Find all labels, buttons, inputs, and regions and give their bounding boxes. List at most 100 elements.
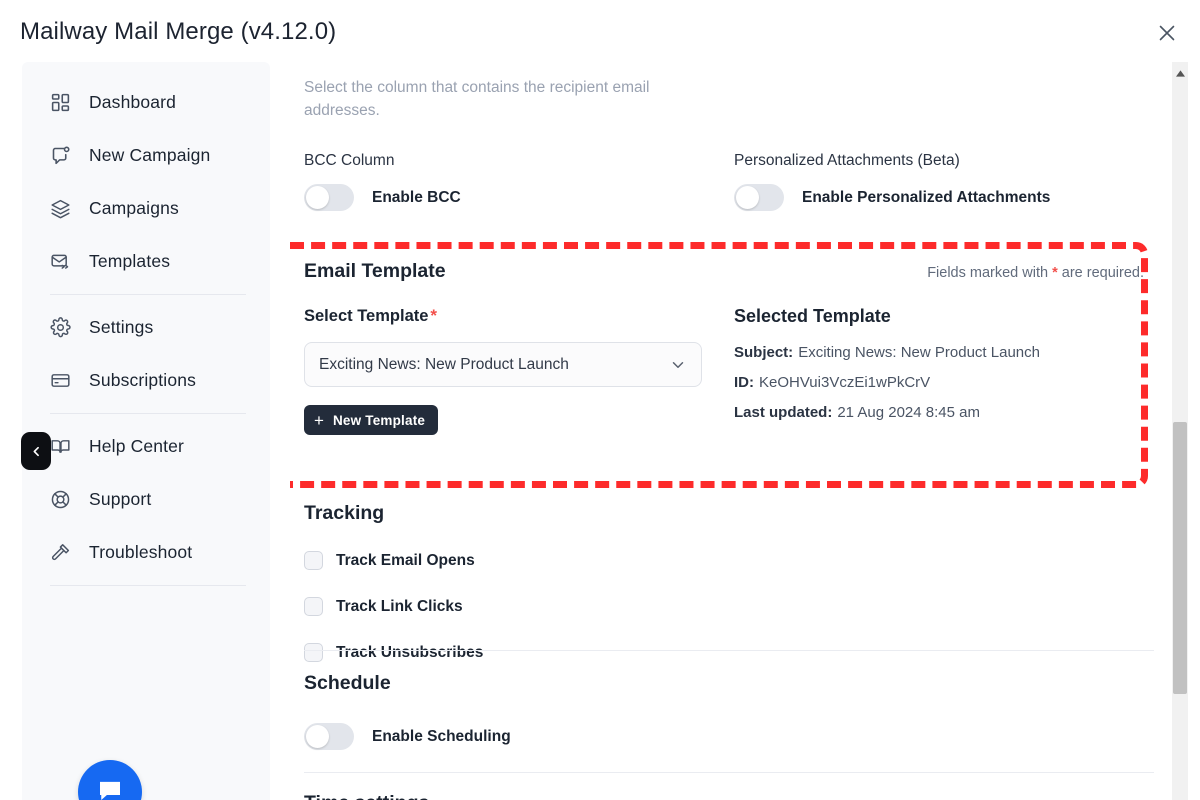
enable-personalized-attachments-toggle[interactable] [734, 184, 784, 211]
plus-icon: + [314, 410, 324, 430]
sidebar-item-label: Dashboard [89, 92, 176, 112]
card-icon [48, 369, 72, 393]
track-unsubscribes-item[interactable]: Track Unsubscribes [304, 643, 734, 662]
select-template-dropdown[interactable]: Exciting News: New Product Launch [304, 342, 702, 387]
sidebar-divider [50, 585, 246, 586]
section-divider [304, 650, 1154, 651]
hammer-icon [48, 541, 72, 565]
email-template-body: Select Template * Exciting News: New Prod… [304, 306, 1144, 435]
sidebar-item-label: Troubleshoot [89, 542, 193, 562]
lifebuoy-icon [48, 488, 72, 512]
sidebar-collapse-button[interactable] [21, 432, 51, 470]
sidebar-item-label: Campaigns [89, 198, 179, 218]
close-icon[interactable] [1154, 20, 1180, 46]
tracking-title: Tracking [304, 502, 385, 524]
app-window: Mailway Mail Merge (v4.12.0) Dashboard N… [0, 0, 1200, 800]
toggle-knob [306, 725, 329, 748]
enable-scheduling-label: Enable Scheduling [372, 727, 511, 745]
track-unsubscribes-checkbox[interactable] [304, 643, 323, 662]
sidebar-item-label: Settings [89, 317, 154, 337]
tracking-section: Tracking Track Email Opens Track Link Cl… [304, 502, 1154, 689]
recipient-helper-text: Select the column that contains the reci… [304, 79, 650, 119]
template-id-row: ID: KeOHVui3VczEi1wPkCrV [734, 374, 1144, 391]
sidebar-item-label: Help Center [89, 436, 185, 456]
new-campaign-icon [48, 144, 72, 168]
page-title: Mailway Mail Merge (v4.12.0) [20, 18, 337, 45]
main-content: Select the column that contains the reci… [290, 62, 1172, 800]
book-icon [48, 435, 72, 459]
caret-up-icon[interactable] [1172, 66, 1188, 80]
mail-code-icon [48, 250, 72, 274]
chat-bubble-icon [95, 775, 125, 800]
template-subject-key: Subject: [734, 344, 794, 361]
toggle-knob [736, 186, 759, 209]
sidebar-item-campaigns[interactable]: Campaigns [22, 182, 270, 235]
selected-template-details: Selected Template Subject: Exciting News:… [734, 306, 1144, 435]
track-email-opens-checkbox[interactable] [304, 551, 323, 570]
window-titlebar: Mailway Mail Merge (v4.12.0) [0, 0, 1200, 62]
schedule-section: Schedule Enable Scheduling [304, 672, 1154, 750]
selected-template-value: Exciting News: New Product Launch [319, 355, 569, 373]
chevron-down-icon [669, 356, 687, 374]
sidebar-item-subscriptions[interactable]: Subscriptions [22, 354, 270, 407]
track-unsubscribes-label: Track Unsubscribes [336, 643, 484, 661]
enable-personalized-attachments-label: Enable Personalized Attachments [802, 188, 1051, 206]
track-email-opens-item[interactable]: Track Email Opens [304, 551, 734, 570]
chat-widget-button[interactable] [78, 760, 142, 800]
sidebar-item-label: New Campaign [89, 145, 211, 165]
template-last-updated-value: 21 Aug 2024 8:45 am [837, 404, 980, 421]
select-template-label: Select Template * [304, 306, 734, 326]
track-link-clicks-label: Track Link Clicks [336, 597, 463, 615]
sidebar-item-templates[interactable]: Templates [22, 235, 270, 288]
sidebar-item-dashboard[interactable]: Dashboard [22, 76, 270, 129]
enable-bcc-row: Enable BCC [304, 184, 734, 211]
sidebar-item-help-center[interactable]: Help Center [22, 420, 270, 473]
main-scrollbar[interactable] [1172, 62, 1188, 800]
enable-attachments-row: Enable Personalized Attachments [734, 184, 1154, 211]
track-email-opens-label: Track Email Opens [336, 551, 475, 569]
sidebar-item-settings[interactable]: Settings [22, 301, 270, 354]
bcc-column-group: BCC Column Enable BCC [304, 152, 734, 211]
section-divider [304, 772, 1154, 773]
email-template-header: Email Template Fields marked with * are … [304, 260, 1144, 283]
bcc-attachments-row: BCC Column Enable BCC Personalized Attac… [304, 152, 1154, 211]
toggle-knob [306, 186, 329, 209]
template-subject-row: Subject: Exciting News: New Product Launc… [734, 344, 1144, 361]
template-id-key: ID: [734, 374, 754, 391]
track-link-clicks-checkbox[interactable] [304, 597, 323, 616]
personalized-attachments-group: Personalized Attachments (Beta) Enable P… [734, 152, 1154, 211]
select-required-asterisk: * [430, 306, 438, 325]
schedule-title: Schedule [304, 672, 391, 694]
sidebar-divider [50, 294, 246, 295]
sidebar-item-label: Support [89, 489, 152, 509]
enable-bcc-label: Enable BCC [372, 188, 461, 206]
tracking-checkbox-grid: Track Email Opens Track Link Clicks Trac… [304, 551, 1154, 689]
chevron-left-icon [30, 445, 43, 458]
email-template-section: Email Template Fields marked with * are … [304, 260, 1144, 435]
new-template-button-label: New Template [332, 412, 426, 428]
selected-template-title: Selected Template [734, 306, 891, 326]
email-template-title: Email Template [304, 260, 446, 282]
grid-icon [48, 91, 72, 115]
scrollbar-thumb[interactable] [1173, 422, 1187, 694]
layers-icon [48, 197, 72, 221]
bcc-column-label: BCC Column [304, 152, 395, 169]
template-last-updated-row: Last updated: 21 Aug 2024 8:45 am [734, 404, 1144, 421]
enable-bcc-toggle[interactable] [304, 184, 354, 211]
select-template-text: Select Template [304, 307, 429, 325]
sidebar: Dashboard New Campaign Campaigns Templat… [22, 62, 270, 800]
enable-scheduling-toggle[interactable] [304, 723, 354, 750]
enable-scheduling-row: Enable Scheduling [304, 723, 1154, 750]
sidebar-item-new-campaign[interactable]: New Campaign [22, 129, 270, 182]
sidebar-item-support[interactable]: Support [22, 473, 270, 526]
next-section-title-partial: Time settings [304, 792, 429, 800]
new-template-button[interactable]: + New Template [304, 405, 439, 435]
personalized-attachments-label: Personalized Attachments (Beta) [734, 152, 960, 169]
sidebar-item-label: Subscriptions [89, 370, 197, 390]
required-note-suffix: are required. [1061, 265, 1144, 281]
sidebar-divider [50, 413, 246, 414]
track-link-clicks-item[interactable]: Track Link Clicks [304, 597, 734, 616]
sidebar-item-troubleshoot[interactable]: Troubleshoot [22, 526, 270, 579]
required-asterisk: * [1052, 265, 1058, 281]
gear-icon [48, 316, 72, 340]
